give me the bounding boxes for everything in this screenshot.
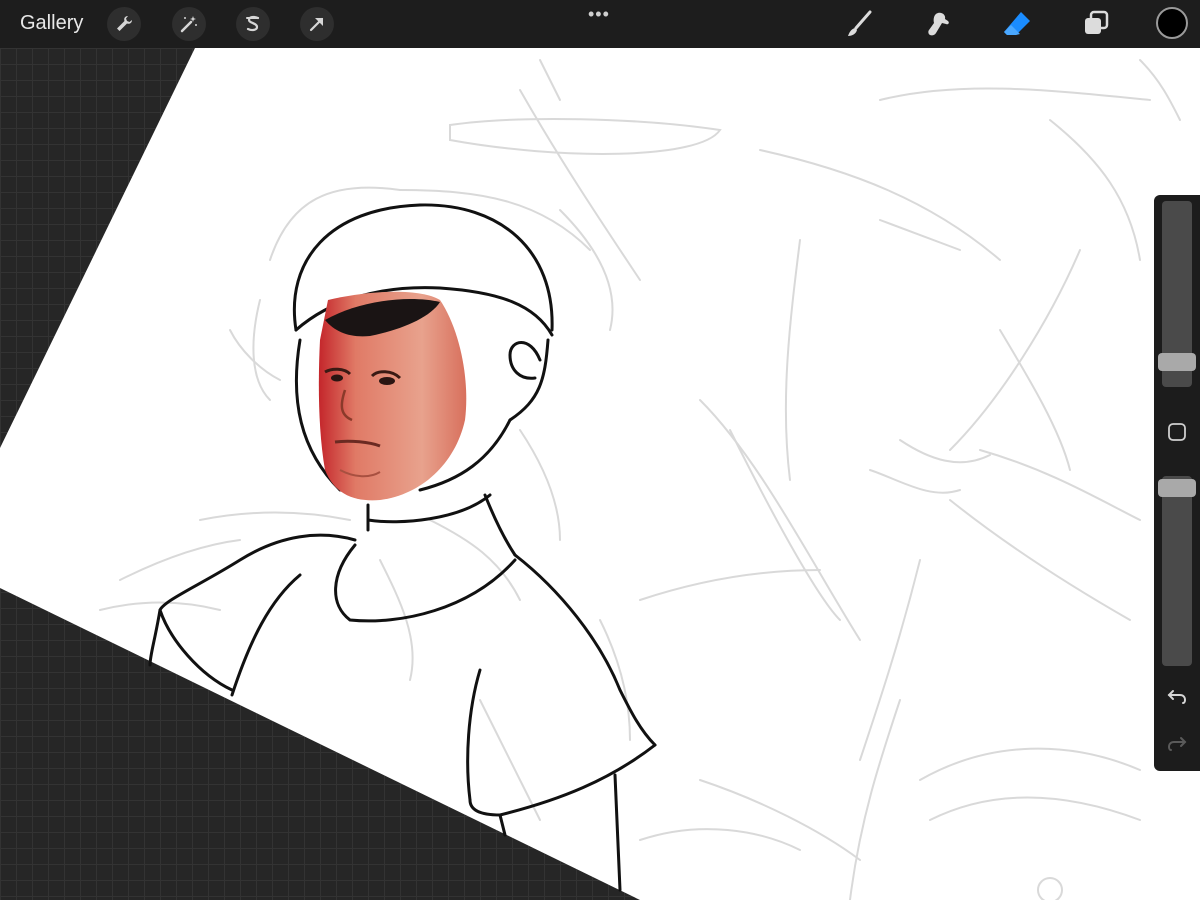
opacity-thumb[interactable] <box>1158 479 1196 497</box>
paper-sheet <box>0 48 1200 900</box>
modify-button[interactable] <box>1166 421 1188 443</box>
more-options-button[interactable]: ••• <box>588 4 610 25</box>
smudge-icon <box>928 12 949 36</box>
brush-icon <box>848 10 872 36</box>
transform-button[interactable] <box>300 7 334 41</box>
layers-button[interactable] <box>1080 8 1112 40</box>
color-picker-button[interactable] <box>1156 7 1188 39</box>
layers-icon <box>1085 10 1109 34</box>
magic-wand-icon <box>180 16 197 33</box>
selection-s-icon <box>246 15 260 32</box>
selection-button[interactable] <box>236 7 270 41</box>
redo-button[interactable] <box>1165 731 1189 755</box>
wrench-icon <box>117 16 132 31</box>
undo-icon <box>1167 690 1187 704</box>
eraser-tool-button[interactable] <box>1001 8 1033 40</box>
top-toolbar: Gallery ••• <box>0 0 1200 48</box>
redo-icon <box>1167 737 1187 751</box>
brush-size-thumb[interactable] <box>1158 353 1196 371</box>
brush-size-slider[interactable] <box>1158 201 1196 387</box>
smudge-tool-button[interactable] <box>923 8 955 40</box>
adjustments-button[interactable] <box>172 7 206 41</box>
drawing-canvas[interactable] <box>0 0 1200 900</box>
brush-tool-button[interactable] <box>843 8 875 40</box>
square-icon <box>1168 423 1186 441</box>
undo-button[interactable] <box>1165 684 1189 708</box>
actions-button[interactable] <box>107 7 141 41</box>
opacity-slider[interactable] <box>1158 476 1196 666</box>
gallery-button[interactable]: Gallery <box>20 12 83 35</box>
side-controls <box>1154 195 1200 771</box>
eraser-icon <box>1004 12 1030 35</box>
transform-arrow-icon <box>309 17 324 32</box>
